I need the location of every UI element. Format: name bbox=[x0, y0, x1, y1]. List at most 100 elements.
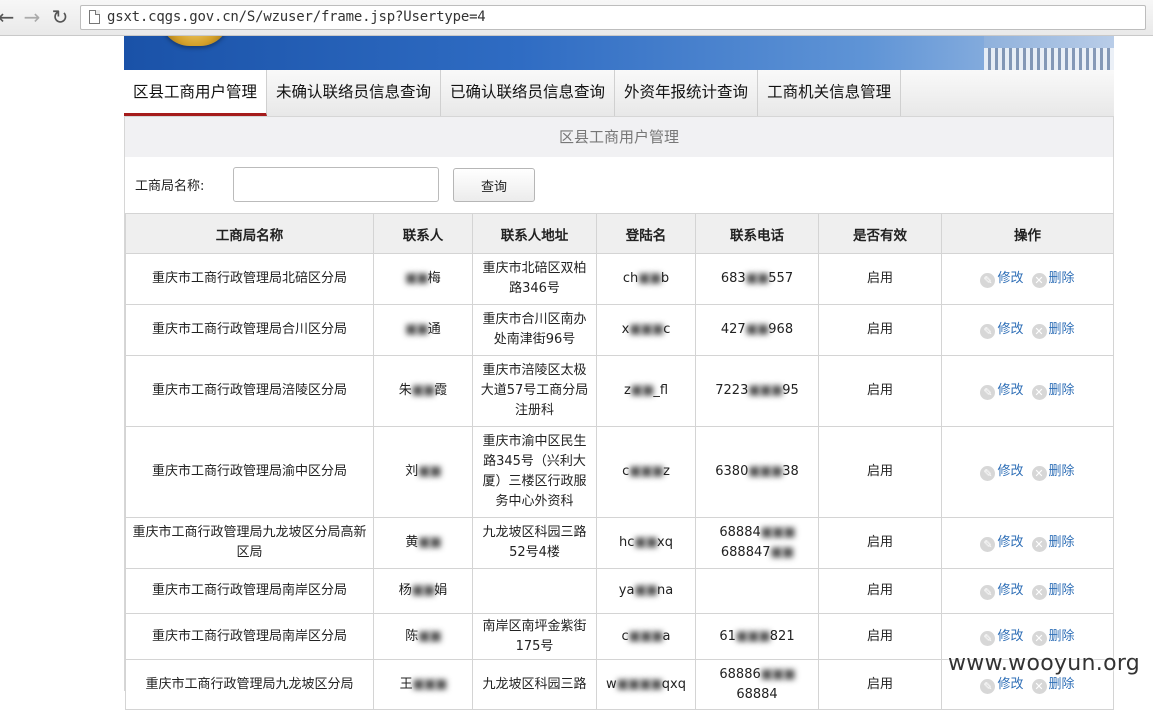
bureau-name-cell: 重庆市工商行政管理局南岸区分局 bbox=[125, 613, 374, 660]
column-header: 联系人 bbox=[373, 213, 473, 254]
login-cell-text: ya■■na bbox=[618, 583, 674, 598]
login-cell-text: z■■_fl bbox=[623, 383, 669, 398]
pencil-icon: ✎ bbox=[980, 466, 996, 481]
login-cell-text: w■■■■qxq bbox=[606, 676, 686, 692]
valid-cell: 启用 bbox=[818, 253, 942, 305]
phone-cell-text: 61■■■821 bbox=[719, 628, 795, 644]
phone-cell bbox=[695, 568, 819, 614]
contact-cell-text: 王■■■ bbox=[399, 676, 448, 692]
bureau-name-cell-text: 重庆市工商行政管理局合川区分局 bbox=[151, 322, 347, 337]
delete-link[interactable]: ✕ 删除 bbox=[1031, 320, 1075, 340]
edit-link[interactable]: ✎ 修改 bbox=[980, 533, 1024, 553]
delete-link[interactable]: ✕ 删除 bbox=[1031, 533, 1075, 553]
content-frame: 区县工商用户管理 工商局名称: 查询 工商局名称 联系人 联系人地址 登陆名 联… bbox=[124, 117, 1114, 710]
address-cell-text: 南岸区南坪金紫街175号 bbox=[482, 618, 587, 654]
contact-cell: ■■梅 bbox=[373, 253, 473, 305]
address-cell-text: 重庆市涪陵区太极大道57号工商分局注册科 bbox=[480, 363, 589, 418]
edit-link[interactable]: ✎ 修改 bbox=[980, 675, 1024, 695]
delete-link[interactable]: ✕ 删除 bbox=[1031, 675, 1075, 695]
valid-cell: 启用 bbox=[818, 517, 942, 569]
bureau-name-cell-text: 重庆市工商行政管理局南岸区分局 bbox=[151, 628, 347, 644]
edit-link[interactable]: ✎ 修改 bbox=[980, 581, 1024, 601]
search-label: 工商局名称: bbox=[135, 179, 205, 194]
pencil-icon: ✎ bbox=[980, 273, 996, 288]
actions-cell: ✎ 修改 ✕ 删除 bbox=[941, 355, 1114, 427]
pencil-icon: ✎ bbox=[980, 385, 996, 400]
edit-link[interactable]: ✎ 修改 bbox=[980, 627, 1024, 647]
tab-district-users[interactable]: 区县工商用户管理 bbox=[124, 70, 268, 116]
close-circle-icon: ✕ bbox=[1031, 678, 1047, 694]
edit-link[interactable]: ✎ 修改 bbox=[980, 320, 1024, 340]
valid-cell-text: 启用 bbox=[866, 322, 893, 337]
address-cell: 重庆市涪陵区太极大道57号工商分局注册科 bbox=[472, 355, 597, 427]
bureau-name-cell-text: 重庆市工商行政管理局南岸区分局 bbox=[151, 583, 347, 598]
address-cell-text: 九龙坡区科园三路52号4楼 bbox=[482, 525, 587, 560]
contact-cell: 刘■■ bbox=[373, 426, 473, 518]
contact-cell-text: 黄■■ bbox=[405, 535, 442, 550]
site-banner bbox=[124, 36, 1114, 70]
tab-confirmed-contacts[interactable]: 已确认联络员信息查询 bbox=[441, 70, 616, 116]
close-circle-icon: ✕ bbox=[1031, 273, 1047, 288]
contact-cell-text: 陈■■ bbox=[405, 628, 442, 644]
column-header: 操作 bbox=[941, 213, 1114, 254]
delete-link[interactable]: ✕ 删除 bbox=[1031, 381, 1075, 401]
reload-icon[interactable]: ↻ bbox=[48, 4, 72, 30]
forward-arrow-icon[interactable]: → bbox=[20, 4, 44, 30]
actions-cell: ✎ 修改 ✕ 删除 bbox=[941, 517, 1114, 569]
edit-link[interactable]: ✎ 修改 bbox=[980, 462, 1024, 482]
phone-cell: 7223■■■95 bbox=[695, 355, 819, 427]
phone-cell: 68884■■■ 688847■■ bbox=[695, 517, 819, 569]
phone-cell: 683■■557 bbox=[695, 253, 819, 305]
phone-cell: 6380■■■38 bbox=[695, 426, 819, 518]
tab-bureau-info[interactable]: 工商机关信息管理 bbox=[758, 70, 902, 116]
login-cell: w■■■■qxq bbox=[596, 659, 696, 710]
address-cell-text: 重庆市渝中区民生路345号（兴利大厦）三楼区行政服务中心外资科 bbox=[482, 434, 587, 509]
edit-link[interactable]: ✎ 修改 bbox=[980, 269, 1024, 289]
valid-cell: 启用 bbox=[818, 659, 942, 710]
bureau-name-cell: 重庆市工商行政管理局合川区分局 bbox=[125, 304, 374, 356]
close-circle-icon: ✕ bbox=[1031, 385, 1047, 400]
pencil-icon: ✎ bbox=[980, 678, 996, 694]
delete-link[interactable]: ✕ 删除 bbox=[1031, 269, 1075, 289]
valid-cell-text: 启用 bbox=[866, 535, 893, 550]
users-table: 工商局名称 联系人 联系人地址 登陆名 联系电话 是否有效 操作 重庆市工商行政… bbox=[125, 213, 1114, 710]
column-header: 登陆名 bbox=[596, 213, 696, 254]
phone-cell: 427■■968 bbox=[695, 304, 819, 356]
bureau-name-input[interactable] bbox=[233, 167, 439, 202]
delete-link[interactable]: ✕ 删除 bbox=[1031, 462, 1075, 482]
valid-cell-text: 启用 bbox=[866, 464, 893, 479]
login-cell-text: hc■■xq bbox=[619, 535, 673, 550]
query-button[interactable]: 查询 bbox=[453, 168, 535, 202]
login-cell: ya■■na bbox=[596, 568, 696, 614]
contact-cell-text: 杨■■娟 bbox=[398, 583, 448, 598]
login-cell: z■■_fl bbox=[596, 355, 696, 427]
bureau-name-cell: 重庆市工商行政管理局南岸区分局 bbox=[125, 568, 374, 614]
phone-cell-text: 427■■968 bbox=[720, 322, 794, 337]
edit-link[interactable]: ✎ 修改 bbox=[980, 381, 1024, 401]
phone-cell-text: 7223■■■95 bbox=[715, 383, 799, 398]
tab-unconfirmed-contacts[interactable]: 未确认联络员信息查询 bbox=[267, 70, 442, 116]
phone-cell-text: 68884■■■ 688847■■ bbox=[719, 525, 795, 560]
column-header: 是否有效 bbox=[818, 213, 942, 254]
search-row: 工商局名称: 查询 bbox=[125, 157, 1113, 213]
emblem-icon bbox=[160, 36, 230, 46]
address-bar[interactable]: gsxt.cqgs.gov.cn/S/wzuser/frame.jsp?User… bbox=[80, 5, 1146, 30]
phone-cell-text: 683■■557 bbox=[720, 271, 794, 286]
tab-foreign-annual-report[interactable]: 外资年报统计查询 bbox=[615, 70, 759, 116]
address-cell: 重庆市合川区南办处南津街96号 bbox=[472, 304, 597, 356]
table-row: 重庆市工商行政管理局涪陵区分局 朱■■霞 重庆市涪陵区太极大道57号工商分局注册科 z… bbox=[125, 355, 1114, 427]
login-cell-text: c■■■z bbox=[622, 464, 670, 479]
url-text: gsxt.cqgs.gov.cn/S/wzuser/frame.jsp?User… bbox=[107, 9, 486, 25]
login-cell: ch■■b bbox=[596, 253, 696, 305]
delete-link[interactable]: ✕ 删除 bbox=[1031, 581, 1075, 601]
column-header: 联系人地址 bbox=[472, 213, 597, 254]
close-circle-icon: ✕ bbox=[1031, 630, 1047, 646]
address-cell: 九龙坡区科园三路52号4楼 bbox=[472, 517, 597, 569]
valid-cell-text: 启用 bbox=[866, 271, 893, 286]
address-cell-text: 重庆市北碚区双柏路346号 bbox=[482, 261, 587, 296]
delete-link[interactable]: ✕ 删除 bbox=[1031, 627, 1075, 647]
back-arrow-icon[interactable]: ← bbox=[0, 4, 18, 30]
login-cell-text: x■■■c bbox=[621, 322, 671, 337]
contact-cell-text: 刘■■ bbox=[405, 464, 442, 479]
close-circle-icon: ✕ bbox=[1031, 537, 1047, 552]
